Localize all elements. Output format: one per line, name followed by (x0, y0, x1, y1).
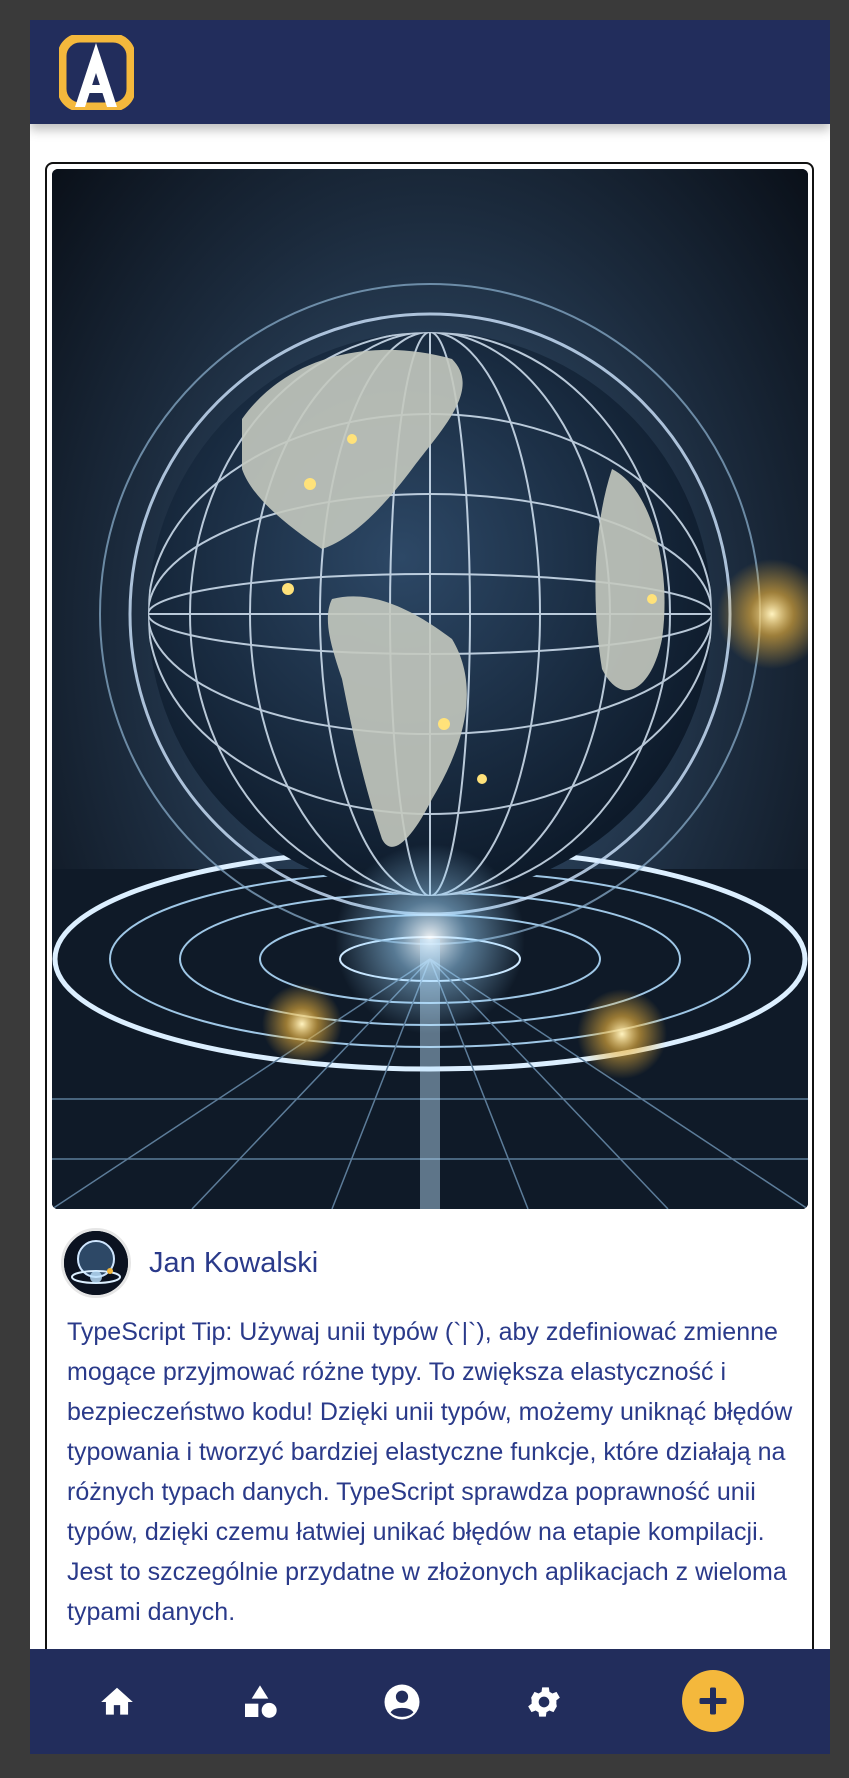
settings-icon (528, 1687, 560, 1717)
post-card[interactable]: Jan Kowalski TypeScript Tip: Używaj unii… (45, 162, 814, 1754)
post-author[interactable]: Jan Kowalski (61, 1227, 318, 1299)
nav-shapes-button[interactable] (235, 1677, 285, 1727)
author-name[interactable]: Jan Kowalski (149, 1247, 318, 1280)
home-icon (101, 1687, 133, 1715)
globe-hologram-image (52, 169, 808, 1209)
nav-add-button[interactable] (682, 1670, 744, 1732)
profile-icon (384, 1684, 420, 1720)
plus-icon (699, 1687, 727, 1715)
avatar-globe-icon[interactable] (61, 1228, 131, 1298)
post-body-text: TypeScript Tip: Używaj unii typów (`|`),… (67, 1318, 793, 1626)
app-screen: Jan Kowalski TypeScript Tip: Używaj unii… (30, 20, 830, 1754)
post-image[interactable] (52, 169, 808, 1209)
app-logo-icon[interactable] (57, 33, 136, 112)
app-header (30, 20, 830, 124)
nav-home-button[interactable] (92, 1677, 142, 1727)
nav-profile-button[interactable] (377, 1677, 427, 1727)
nav-settings-button[interactable] (519, 1677, 569, 1727)
bottom-navigation (30, 1649, 830, 1754)
shapes-icon (245, 1685, 277, 1718)
